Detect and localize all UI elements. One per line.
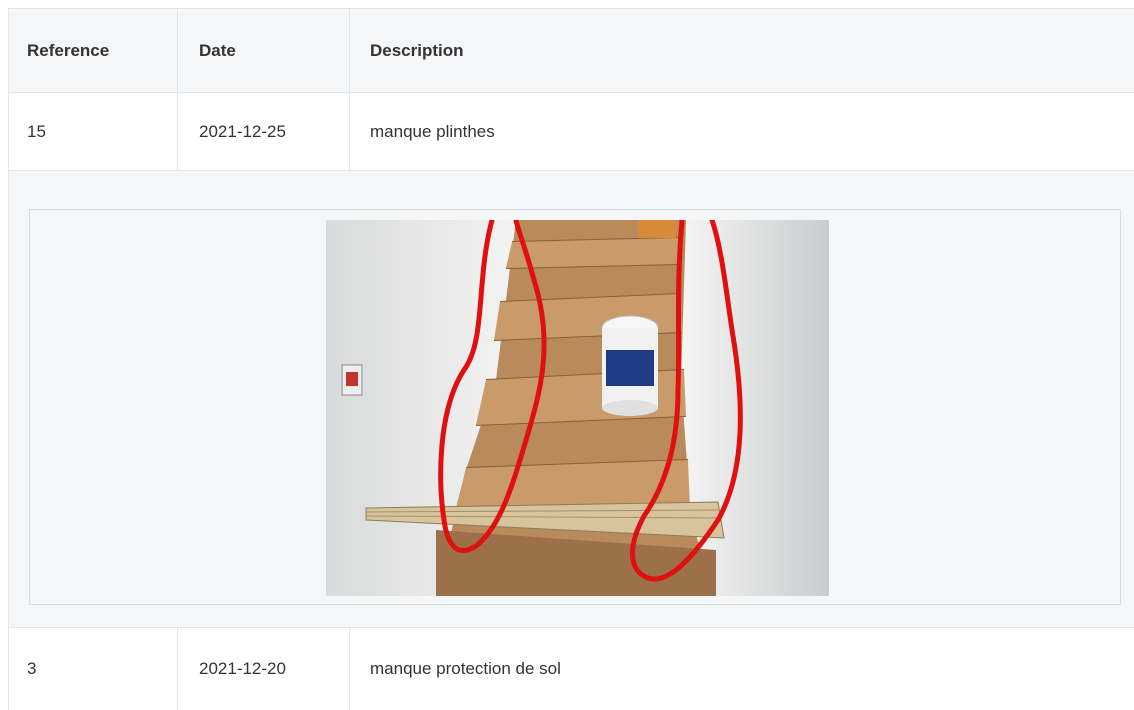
column-header-description[interactable]: Description	[350, 9, 1134, 92]
row-description: manque protection de sol	[370, 659, 561, 678]
column-header-reference[interactable]: Reference	[8, 9, 178, 92]
table-row[interactable]: 15 2021-12-25 manque plinthes	[8, 93, 1134, 171]
defect-photo[interactable]	[326, 220, 829, 596]
row-photo-panel	[8, 171, 1134, 628]
row-date: 2021-12-25	[178, 93, 350, 170]
row-description: manque plinthes	[370, 121, 495, 141]
table-row[interactable]: 3 2021-12-20 manque protection de sol	[8, 628, 1134, 710]
row-reference: 3	[8, 628, 178, 710]
row-date: 2021-12-20	[178, 628, 350, 710]
photo-frame	[29, 209, 1121, 605]
column-header-date[interactable]: Date	[178, 9, 350, 92]
row-reference: 15	[8, 93, 178, 170]
table-header: Reference Date Description	[8, 8, 1134, 93]
